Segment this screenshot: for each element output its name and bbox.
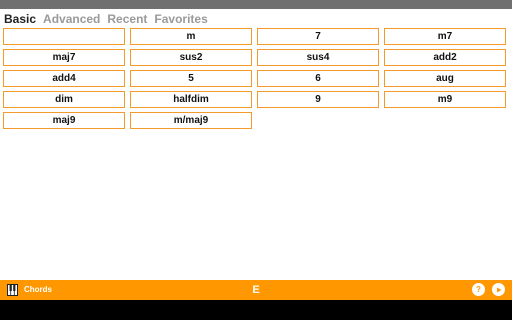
chord-button-add2[interactable]: add2	[384, 49, 506, 66]
key-selector[interactable]: E	[246, 282, 266, 298]
chord-button-m9[interactable]: m9	[384, 91, 506, 108]
chord-button-add4[interactable]: add4	[3, 70, 125, 87]
chord-button-7[interactable]: 7	[257, 28, 379, 45]
chords-section-label[interactable]: Chords	[24, 283, 52, 297]
tab-advanced[interactable]: Advanced	[43, 12, 100, 26]
chord-button-m7[interactable]: m7	[384, 28, 506, 45]
tab-favorites[interactable]: Favorites	[154, 12, 207, 26]
help-icon: ?	[476, 284, 481, 294]
tab-basic[interactable]: Basic	[4, 12, 36, 26]
chord-button-5[interactable]: 5	[130, 70, 252, 87]
chord-type-grid: m 7 m7 maj7 sus2 sus4 add2 add4 5 6 aug …	[3, 28, 509, 129]
chord-button-aug[interactable]: aug	[384, 70, 506, 87]
piano-icon[interactable]	[7, 284, 18, 296]
chord-button-sus2[interactable]: sus2	[130, 49, 252, 66]
status-bar	[0, 0, 512, 9]
chord-button-6[interactable]: 6	[257, 70, 379, 87]
chord-category-tabs: Basic Advanced Recent Favorites	[4, 11, 215, 27]
chord-button-maj9[interactable]: maj9	[3, 112, 125, 129]
navigation-bar	[0, 300, 512, 320]
chord-button-m-maj9[interactable]: m/maj9	[130, 112, 252, 129]
help-button[interactable]: ?	[472, 283, 485, 296]
tab-recent[interactable]: Recent	[107, 12, 147, 26]
chord-button-m[interactable]: m	[130, 28, 252, 45]
chord-button-sus4[interactable]: sus4	[257, 49, 379, 66]
chord-button-major[interactable]	[3, 28, 125, 45]
chord-button-maj7[interactable]: maj7	[3, 49, 125, 66]
chord-button-9[interactable]: 9	[257, 91, 379, 108]
play-button[interactable]	[492, 283, 505, 296]
chord-button-halfdim[interactable]: halfdim	[130, 91, 252, 108]
play-icon	[496, 287, 501, 292]
chord-button-dim[interactable]: dim	[3, 91, 125, 108]
